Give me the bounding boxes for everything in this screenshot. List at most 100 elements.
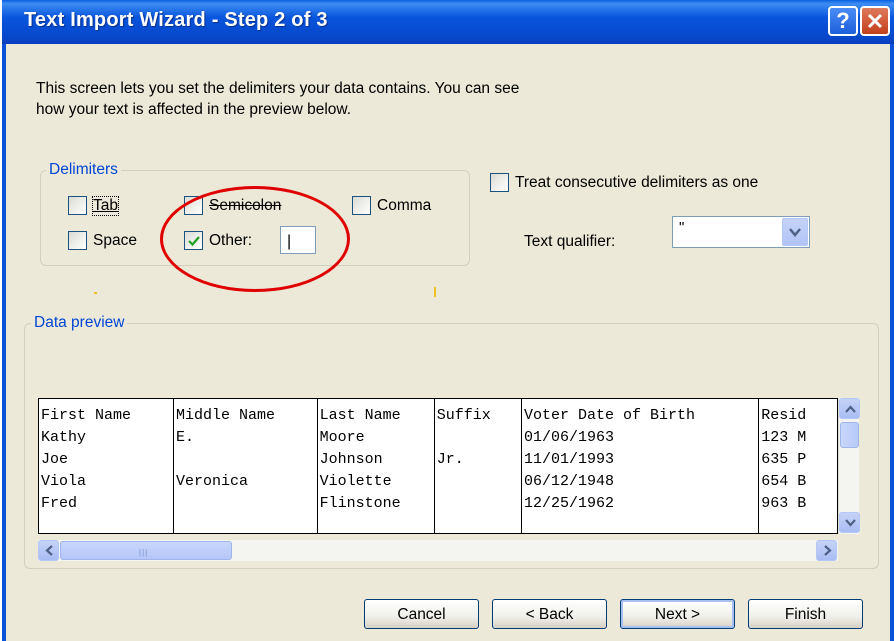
table-cell: Viola <box>39 473 175 495</box>
table-cell <box>434 429 522 451</box>
space-label: Space <box>93 231 137 249</box>
dropdown-button[interactable] <box>782 218 808 246</box>
table-cell: 963 B <box>761 495 807 512</box>
chevron-up-icon <box>845 405 856 413</box>
table-cell: 06/12/1948 <box>521 473 760 495</box>
finish-button[interactable]: Finish <box>748 599 863 629</box>
tab-checkbox[interactable]: Tab <box>68 195 119 216</box>
table-cell: 635 P <box>761 451 807 468</box>
scroll-down-button[interactable] <box>839 512 860 533</box>
table-row: Viola Veronica Violette 06/12/1948 654 B <box>39 473 837 495</box>
semicolon-checkbox[interactable]: Semicolon <box>184 196 281 215</box>
text-qualifier-select[interactable]: " <box>672 216 810 248</box>
consecutive-checkbox-box[interactable] <box>490 173 509 192</box>
preview-grid: First Name Middle Name Last Name Suffix … <box>39 399 837 533</box>
description: This screen lets you set the delimiters … <box>36 78 676 120</box>
grip-icon: ||| <box>139 548 149 557</box>
table-cell: Flinstone <box>317 495 435 517</box>
column-header[interactable]: Resid <box>759 399 837 429</box>
back-button[interactable]: < Back <box>492 599 607 629</box>
table-row <box>39 517 837 533</box>
title-bar[interactable]: Text Import Wizard - Step 2 of 3 ? <box>2 0 894 44</box>
table-cell: E. <box>173 429 318 451</box>
table-cell: Joe <box>39 451 175 473</box>
data-preview-legend-text: Data preview <box>34 314 125 331</box>
other-checkbox-box[interactable] <box>184 231 203 250</box>
table-cell: Jr. <box>434 451 522 473</box>
consecutive-checkbox[interactable]: Treat consecutive delimiters as one <box>490 173 758 192</box>
checkmark-icon <box>188 236 200 247</box>
table-cell: 12/25/1962 <box>521 495 760 517</box>
tab-label: Tab <box>92 195 119 216</box>
close-icon <box>867 13 883 29</box>
table-cell: Johnson <box>317 451 435 473</box>
comma-checkbox-box[interactable] <box>352 196 371 215</box>
other-delimiter-input[interactable] <box>280 226 316 254</box>
table-row: Joe Johnson Jr. 11/01/1993 635 P <box>39 451 837 473</box>
table-cell <box>173 451 318 473</box>
other-checkbox[interactable]: Other: <box>184 231 252 250</box>
artifact-mark <box>434 287 436 297</box>
description-line-2: how your text is affected in the preview… <box>36 101 352 118</box>
description-line-1: This screen lets you set the delimiters … <box>36 80 520 97</box>
data-preview-table[interactable]: First Name Middle Name Last Name Suffix … <box>38 398 838 534</box>
comma-checkbox[interactable]: Comma <box>352 196 431 215</box>
column-header[interactable]: Middle Name <box>173 399 318 429</box>
table-cell <box>759 517 837 533</box>
table-cell <box>173 495 318 517</box>
column-header[interactable]: Last Name <box>317 399 435 429</box>
table-cell <box>434 473 522 495</box>
vertical-scroll-thumb[interactable] <box>840 422 859 448</box>
other-label: Other: <box>209 231 253 249</box>
table-row: Kathy E. Moore 01/06/1963 123 M <box>39 429 837 451</box>
text-qualifier-label: Text qualifier: <box>524 233 616 250</box>
preview-header-row: First Name Middle Name Last Name Suffix … <box>39 399 837 429</box>
chevron-down-icon <box>789 228 801 237</box>
window-title: Text Import Wizard - Step 2 of 3 <box>24 9 328 31</box>
chevron-right-icon <box>824 545 832 556</box>
table-cell: 654 B <box>761 473 807 490</box>
text-qualifier-value: " <box>679 219 685 236</box>
semicolon-checkbox-box[interactable] <box>184 196 203 215</box>
column-header[interactable]: Suffix <box>434 399 522 429</box>
table-row: Fred Flinstone 12/25/1962 963 B <box>39 495 837 517</box>
scroll-up-button[interactable] <box>839 398 860 419</box>
column-header[interactable]: First Name <box>39 399 175 429</box>
cancel-button[interactable]: Cancel <box>364 599 479 629</box>
chevron-left-icon <box>45 545 53 556</box>
table-cell: Veronica <box>173 473 318 495</box>
vertical-scrollbar[interactable] <box>838 398 860 534</box>
data-preview-legend: Data preview <box>31 314 128 332</box>
table-cell <box>434 495 522 517</box>
table-cell: 11/01/1993 <box>521 451 760 473</box>
column-header[interactable]: Voter Date of Birth <box>521 399 760 429</box>
horizontal-scroll-thumb[interactable]: ||| <box>60 541 232 560</box>
delimiters-legend: Delimiters <box>46 161 121 179</box>
comma-label: Comma <box>377 196 432 214</box>
scroll-left-button[interactable] <box>38 540 59 561</box>
table-cell: Moore <box>317 429 435 451</box>
table-cell <box>39 517 175 533</box>
table-cell <box>434 517 522 533</box>
space-checkbox[interactable]: Space <box>68 231 137 250</box>
table-cell: Violette <box>317 473 435 495</box>
semicolon-label: Semicolon <box>209 196 282 214</box>
table-cell: 01/06/1963 <box>521 429 760 451</box>
chevron-down-icon <box>845 519 856 527</box>
help-button[interactable]: ? <box>828 6 858 36</box>
table-cell <box>521 517 760 533</box>
table-cell: 123 M <box>761 429 807 446</box>
delimiters-group <box>40 170 470 266</box>
artifact-mark <box>94 292 97 294</box>
table-cell: Kathy <box>39 429 175 451</box>
table-cell: Fred <box>39 495 175 517</box>
close-button[interactable] <box>860 6 890 36</box>
horizontal-scrollbar[interactable]: ||| <box>38 540 838 561</box>
table-cell <box>173 517 318 533</box>
scroll-right-button[interactable] <box>816 540 837 561</box>
next-button[interactable]: Next > <box>620 599 735 629</box>
consecutive-label: Treat consecutive delimiters as one <box>515 173 759 191</box>
table-cell <box>317 517 435 533</box>
tab-checkbox-box[interactable] <box>68 196 87 215</box>
space-checkbox-box[interactable] <box>68 231 87 250</box>
